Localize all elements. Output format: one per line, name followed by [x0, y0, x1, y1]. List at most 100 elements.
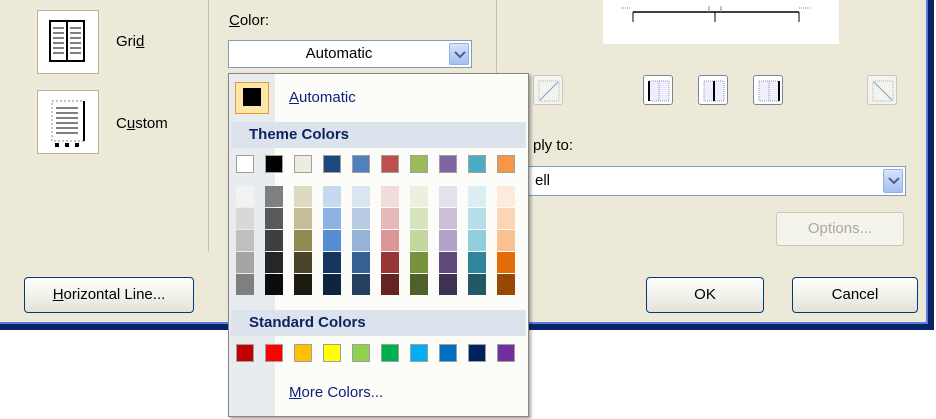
custom-setting-label[interactable]: Custom	[116, 115, 168, 132]
diagonal-up-border-icon	[538, 80, 560, 102]
theme-shade-swatch[interactable]	[294, 274, 312, 295]
theme-shade-swatch[interactable]	[265, 274, 283, 295]
theme-shade-swatch[interactable]	[352, 208, 370, 229]
theme-shade-swatch[interactable]	[410, 252, 428, 273]
standard-color-swatch[interactable]	[236, 344, 254, 362]
standard-color-swatch[interactable]	[352, 344, 370, 362]
theme-shade-swatch[interactable]	[236, 274, 254, 295]
theme-color-swatch[interactable]	[381, 155, 399, 173]
theme-color-swatch[interactable]	[468, 155, 486, 173]
theme-shade-swatch[interactable]	[323, 208, 341, 229]
theme-shade-swatch[interactable]	[236, 230, 254, 251]
theme-shade-swatch[interactable]	[323, 186, 341, 207]
theme-shade-swatch[interactable]	[352, 252, 370, 273]
horizontal-line-button[interactable]: Horizontal Line...	[24, 277, 194, 313]
diagonal-down-border-button[interactable]	[867, 75, 897, 105]
theme-shade-swatch[interactable]	[439, 230, 457, 251]
theme-shade-swatch[interactable]	[236, 186, 254, 207]
dialog-frame-right-outer	[928, 0, 934, 330]
theme-shade-swatch[interactable]	[265, 230, 283, 251]
more-colors-option[interactable]: More Colors...	[231, 374, 526, 414]
theme-shade-swatch[interactable]	[381, 186, 399, 207]
theme-color-swatch[interactable]	[410, 155, 428, 173]
automatic-color-swatch-frame	[235, 82, 269, 114]
grid-setting-label[interactable]: Grid	[116, 33, 144, 50]
grid-setting-tile[interactable]	[37, 10, 99, 74]
theme-shade-swatch[interactable]	[294, 208, 312, 229]
theme-shade-swatch[interactable]	[323, 252, 341, 273]
theme-shade-swatch[interactable]	[410, 230, 428, 251]
theme-shade-swatch[interactable]	[352, 230, 370, 251]
right-border-button[interactable]	[753, 75, 783, 105]
theme-color-swatch[interactable]	[236, 155, 254, 173]
apply-to-dropdown-arrow[interactable]	[883, 169, 903, 193]
color-dropdown[interactable]: Automatic	[228, 40, 472, 68]
theme-color-swatch[interactable]	[439, 155, 457, 173]
theme-shade-swatch[interactable]	[468, 230, 486, 251]
standard-color-swatch[interactable]	[497, 344, 515, 362]
theme-color-swatch[interactable]	[497, 155, 515, 173]
standard-color-swatch[interactable]	[323, 344, 341, 362]
theme-shade-swatch[interactable]	[497, 186, 515, 207]
diagonal-up-border-button[interactable]	[533, 75, 563, 105]
theme-shade-swatch[interactable]	[468, 208, 486, 229]
theme-shade-swatch[interactable]	[381, 274, 399, 295]
color-palette-dropdown: Automatic Theme Colors Standard Colors M…	[228, 73, 529, 417]
theme-shade-swatch[interactable]	[352, 274, 370, 295]
theme-shade-swatch[interactable]	[265, 208, 283, 229]
ok-button[interactable]: OK	[646, 277, 764, 313]
chevron-down-icon	[888, 177, 900, 185]
options-button[interactable]: Options...	[776, 212, 904, 246]
theme-color-swatch[interactable]	[294, 155, 312, 173]
standard-color-swatch[interactable]	[439, 344, 457, 362]
right-border-icon	[758, 80, 780, 102]
theme-shade-swatch[interactable]	[439, 186, 457, 207]
custom-setting-tile[interactable]	[37, 90, 99, 154]
left-border-button[interactable]	[643, 75, 673, 105]
theme-shade-swatch[interactable]	[410, 208, 428, 229]
theme-color-swatch[interactable]	[265, 155, 283, 173]
apply-to-label: ply to:	[533, 137, 574, 154]
theme-shade-swatch[interactable]	[294, 230, 312, 251]
theme-shade-swatch[interactable]	[497, 208, 515, 229]
standard-color-swatch[interactable]	[410, 344, 428, 362]
theme-shade-swatch[interactable]	[381, 252, 399, 273]
theme-shade-swatch[interactable]	[468, 252, 486, 273]
theme-shade-swatch[interactable]	[439, 208, 457, 229]
standard-color-swatch[interactable]	[381, 344, 399, 362]
theme-shade-swatch[interactable]	[294, 186, 312, 207]
cancel-button[interactable]: Cancel	[792, 277, 918, 313]
automatic-color-option[interactable]: Automatic	[231, 76, 526, 120]
theme-shade-swatch[interactable]	[381, 230, 399, 251]
theme-shade-swatch[interactable]	[323, 230, 341, 251]
theme-color-swatch[interactable]	[323, 155, 341, 173]
color-dropdown-arrow[interactable]	[449, 43, 469, 65]
theme-shade-swatch[interactable]	[323, 274, 341, 295]
theme-shade-swatch[interactable]	[410, 274, 428, 295]
theme-shade-swatch[interactable]	[497, 252, 515, 273]
theme-shade-swatch[interactable]	[236, 252, 254, 273]
theme-shade-swatch[interactable]	[294, 252, 312, 273]
standard-color-swatch[interactable]	[468, 344, 486, 362]
custom-border-icon	[51, 100, 85, 147]
theme-shade-swatch[interactable]	[468, 274, 486, 295]
theme-shade-swatch[interactable]	[468, 186, 486, 207]
theme-shade-swatch[interactable]	[381, 208, 399, 229]
inside-vertical-border-button[interactable]	[698, 75, 728, 105]
theme-color-swatch[interactable]	[352, 155, 370, 173]
automatic-color-swatch	[243, 88, 261, 106]
theme-shade-swatch[interactable]	[410, 186, 428, 207]
standard-color-swatch[interactable]	[294, 344, 312, 362]
theme-shade-swatch[interactable]	[497, 230, 515, 251]
theme-shade-swatch[interactable]	[265, 252, 283, 273]
theme-shade-swatch[interactable]	[236, 208, 254, 229]
theme-shade-swatch[interactable]	[439, 252, 457, 273]
theme-shade-swatch[interactable]	[497, 274, 515, 295]
theme-shade-swatch[interactable]	[352, 186, 370, 207]
apply-to-dropdown[interactable]: ell	[524, 166, 906, 196]
apply-to-value: ell	[535, 172, 551, 189]
theme-shade-swatch[interactable]	[439, 274, 457, 295]
standard-color-swatch[interactable]	[265, 344, 283, 362]
theme-shade-swatch[interactable]	[265, 186, 283, 207]
preview-box	[603, 0, 839, 44]
